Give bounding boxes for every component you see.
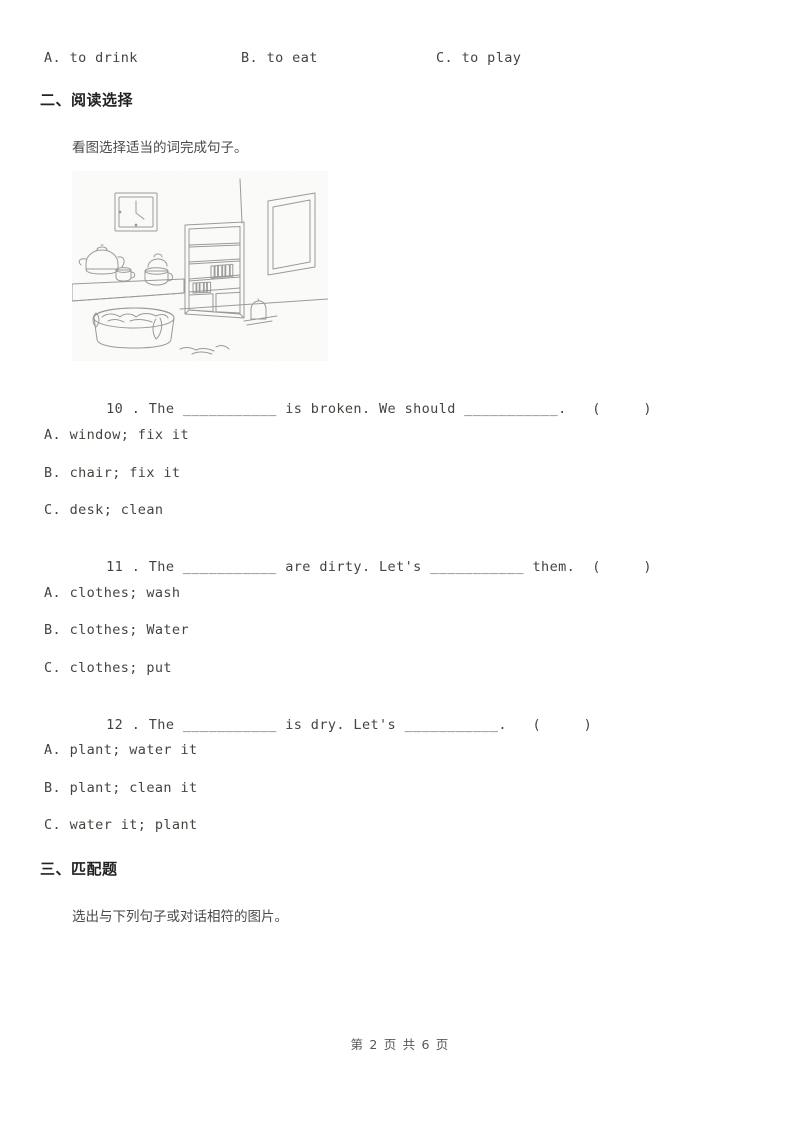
option-c-to-play[interactable]: C. to play — [436, 50, 521, 66]
question-10-stem: 10 . The ___________ is broken. We shoul… — [106, 401, 652, 417]
section-two-instruction: 看图选择适当的词完成句子。 — [72, 140, 248, 156]
page-footer: 第 2 页 共 6 页 — [350, 1037, 450, 1052]
document-page: A. to drink B. to eat C. to play 二、阅读选择 … — [0, 0, 800, 1132]
question-11-option-c[interactable]: C. clothes; put — [44, 660, 172, 676]
option-a-to-drink[interactable]: A. to drink — [44, 50, 138, 66]
section-three-instruction: 选出与下列句子或对话相符的图片。 — [72, 909, 288, 925]
top-options-row: A. to drink B. to eat C. to play — [44, 50, 744, 72]
question-12-option-c[interactable]: C. water it; plant — [44, 817, 198, 833]
option-b-to-eat[interactable]: B. to eat — [241, 50, 318, 66]
question-10-option-b[interactable]: B. chair; fix it — [44, 465, 180, 481]
question-11: 11 . The ___________ are dirty. Let's __… — [72, 543, 652, 591]
section-two-heading: 二、阅读选择 — [40, 91, 134, 109]
room-line-drawing-figure — [72, 171, 328, 361]
question-11-option-a[interactable]: A. clothes; wash — [44, 585, 180, 601]
question-12-option-a[interactable]: A. plant; water it — [44, 742, 198, 758]
question-12-option-b[interactable]: B. plant; clean it — [44, 780, 198, 796]
question-10-option-a[interactable]: A. window; fix it — [44, 427, 189, 443]
question-10: 10 . The ___________ is broken. We shoul… — [72, 385, 652, 433]
question-11-stem: 11 . The ___________ are dirty. Let's __… — [106, 559, 652, 575]
room-illustration-svg — [72, 171, 328, 361]
section-three-heading: 三、匹配题 — [40, 860, 118, 878]
question-11-option-b[interactable]: B. clothes; Water — [44, 622, 189, 638]
question-12-stem: 12 . The ___________ is dry. Let's _____… — [106, 717, 593, 733]
question-10-option-c[interactable]: C. desk; clean — [44, 502, 163, 518]
